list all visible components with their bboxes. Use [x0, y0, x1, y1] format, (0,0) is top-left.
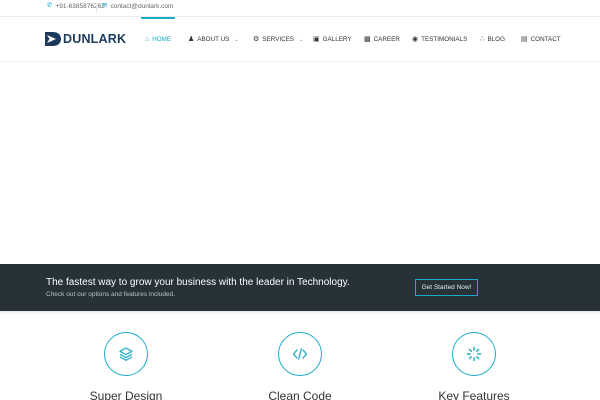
- chevron-down-icon: ⌄: [299, 36, 304, 43]
- nav-label: CAREER: [373, 36, 400, 43]
- hero-banner: [0, 62, 600, 264]
- layers-icon: [119, 347, 133, 361]
- feature-icon-circle[interactable]: [278, 332, 322, 376]
- feature-clean-code: Clean Code: [230, 332, 370, 400]
- nav-label: ABOUT US: [197, 36, 230, 43]
- feature-icon-circle[interactable]: [104, 332, 148, 376]
- logo-mark-icon: [45, 32, 61, 46]
- cogs-icon: ⚙: [253, 36, 260, 43]
- email-address: contact@dunlark.com: [110, 3, 174, 10]
- envelope-icon: ✉: [102, 2, 108, 10]
- feature-key-features: Key Features: [404, 332, 544, 400]
- callout-headline: The fastest way to grow your business wi…: [46, 277, 350, 288]
- nav-label: BLOG: [487, 36, 505, 43]
- nav-item-services[interactable]: ⚙ SERVICES ⌄: [253, 17, 303, 62]
- callout-subtext: Check out our options and features inclu…: [46, 291, 176, 298]
- camera-icon: ▣: [313, 36, 320, 43]
- phone-icon: ✆: [47, 2, 53, 10]
- rss-icon: ∴: [480, 36, 485, 43]
- nav-label: TESTIMONIALS: [421, 36, 468, 43]
- feature-icon-circle[interactable]: [452, 332, 496, 376]
- code-icon: [292, 348, 308, 360]
- site-header: DUNLARK ⌂ HOME ♟ ABOUT US ⌄ ⚙ SERVICES ⌄…: [0, 17, 600, 62]
- page: ✆ +91-6385876262 ✉ contact@dunlark.com D…: [0, 0, 600, 400]
- feature-title: Clean Code: [268, 389, 332, 400]
- nav-item-career[interactable]: ▩ CAREER: [364, 17, 400, 62]
- nav-item-testimonials[interactable]: ◉ TESTIMONIALS: [412, 17, 467, 62]
- comments-icon: ◉: [412, 36, 419, 43]
- home-icon: ⌂: [145, 36, 150, 43]
- phone-number: +91-6385876262: [55, 3, 105, 10]
- chevron-down-icon: ⌄: [234, 36, 239, 43]
- spinner-icon: [466, 346, 482, 362]
- nav-label: GALLERY: [322, 36, 352, 43]
- feature-title: Key Features: [438, 389, 510, 400]
- briefcase-icon: ▩: [364, 36, 371, 43]
- nav-item-gallery[interactable]: ▣ GALLERY: [313, 17, 352, 62]
- nav-label: HOME: [152, 36, 172, 43]
- topbar-divider: [96, 3, 97, 13]
- contact-card-icon: ▤: [521, 36, 528, 43]
- logo[interactable]: DUNLARK: [45, 32, 126, 46]
- get-started-button[interactable]: Get Started Now!: [415, 279, 478, 296]
- nav-item-contact[interactable]: ▤ CONTACT: [521, 17, 561, 62]
- nav-label: CONTACT: [530, 36, 561, 43]
- email-contact[interactable]: ✉ contact@dunlark.com: [102, 3, 173, 10]
- feature-super-design: Super Design: [56, 332, 196, 400]
- nav-item-home[interactable]: ⌂ HOME: [140, 17, 176, 62]
- band-divider: [0, 311, 600, 314]
- top-contact-bar: ✆ +91-6385876262 ✉ contact@dunlark.com: [0, 0, 600, 17]
- nav-label: SERVICES: [262, 36, 295, 43]
- nav-item-blog[interactable]: ∴ BLOG: [480, 17, 505, 62]
- brand-name: DUNLARK: [63, 32, 127, 46]
- users-icon: ♟: [188, 36, 195, 43]
- callout-band: The fastest way to grow your business wi…: [0, 264, 600, 311]
- nav-item-about[interactable]: ♟ ABOUT US ⌄: [188, 17, 239, 62]
- feature-title: Super Design: [89, 389, 163, 400]
